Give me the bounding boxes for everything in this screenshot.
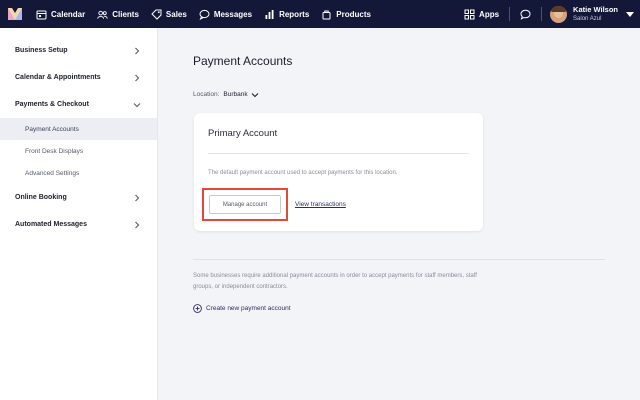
location-selector: Location: Burbank (193, 91, 259, 98)
nav-calendar[interactable]: Calendar (30, 0, 91, 28)
create-payment-account-label: Create new payment account (206, 305, 291, 312)
sidebar-item-business-setup[interactable]: Business Setup (0, 37, 157, 64)
location-label: Location: (193, 91, 220, 98)
user-menu[interactable]: Katie Wilson Salon Azul (546, 0, 640, 28)
settings-sidebar: Business Setup Calendar & Appointments P… (0, 28, 158, 400)
manage-account-button[interactable]: Manage account (209, 195, 281, 214)
nav-apps-label: Apps (479, 9, 500, 19)
sidebar-item-label: Business Setup (15, 47, 68, 54)
additional-accounts-info: Some businesses require additional payme… (193, 273, 477, 290)
sidebar-item-label: Calendar & Appointments (15, 74, 101, 81)
sidebar-item-online-booking[interactable]: Online Booking (0, 184, 157, 211)
location-dropdown[interactable]: Burbank (223, 91, 258, 98)
nav-sales-label: Sales (165, 9, 187, 19)
card-title: Primary Account (208, 128, 278, 139)
sidebar-subitem-advanced-settings[interactable]: Advanced Settings (0, 162, 157, 184)
avatar (550, 5, 568, 23)
sidebar-subitem-front-desk-displays[interactable]: Front Desk Displays (0, 140, 157, 162)
nav-products[interactable]: Products (315, 0, 377, 28)
calendar-icon (36, 9, 47, 20)
sidebar-subitem-label: Front Desk Displays (25, 147, 84, 155)
sidebar-item-label: Online Booking (15, 194, 67, 201)
sidebar-item-calendar-appointments[interactable]: Calendar & Appointments (0, 64, 157, 91)
business-name: Salon Azul (573, 15, 602, 22)
nav-products-label: Products (336, 9, 371, 19)
card-description: The default payment account used to acce… (208, 170, 398, 176)
top-nav: Calendar Clients Sales Messages Reports … (0, 0, 640, 28)
caret-down-icon (626, 11, 634, 17)
main-content: Payment Accounts Location: Burbank Prima… (159, 28, 640, 400)
nav-messages-label: Messages (213, 9, 253, 19)
messages-icon (199, 9, 210, 20)
sidebar-subitem-label: Advanced Settings (25, 169, 80, 177)
chevron-right-icon (132, 193, 142, 203)
primary-account-card: Primary Account The default payment acco… (194, 113, 483, 231)
app-logo[interactable] (0, 0, 30, 28)
sales-tag-icon (151, 9, 162, 20)
plus-circle-icon (193, 304, 202, 313)
chevron-right-icon (132, 73, 142, 83)
sidebar-item-payments-checkout[interactable]: Payments & Checkout (0, 91, 157, 118)
page-title: Payment Accounts (193, 54, 293, 68)
logo-icon (8, 8, 22, 20)
nav-divider (541, 7, 543, 21)
sidebar-subitem-payment-accounts[interactable]: Payment Accounts (0, 118, 157, 140)
view-transactions-link[interactable]: View transactions (295, 201, 346, 208)
create-payment-account-link[interactable]: Create new payment account (193, 304, 291, 313)
user-name: Katie Wilson (573, 5, 618, 15)
sidebar-subitem-label: Payment Accounts (25, 125, 79, 133)
nav-apps[interactable]: Apps (458, 0, 505, 28)
nav-clients-label: Clients (112, 9, 139, 19)
sidebar-item-label: Automated Messages (15, 221, 87, 228)
clients-icon (97, 9, 108, 20)
card-divider (208, 153, 469, 154)
nav-sales[interactable]: Sales (145, 0, 193, 28)
sidebar-item-label: Payments & Checkout (15, 101, 89, 108)
nav-clients[interactable]: Clients (91, 0, 145, 28)
apps-grid-icon (464, 9, 475, 20)
nav-divider (509, 7, 511, 21)
nav-calendar-label: Calendar (51, 9, 86, 19)
nav-messages[interactable]: Messages (193, 0, 258, 28)
products-bag-icon (321, 9, 332, 20)
nav-reports-label: Reports (279, 9, 310, 19)
location-value: Burbank (223, 91, 248, 98)
chevron-right-icon (132, 46, 142, 56)
chat-bubble-icon (520, 9, 531, 20)
chevron-down-icon (132, 100, 142, 110)
sidebar-item-automated-messages[interactable]: Automated Messages (0, 211, 157, 238)
reports-chart-icon (264, 9, 275, 20)
nav-reports[interactable]: Reports (258, 0, 315, 28)
section-divider (193, 259, 605, 260)
chevron-right-icon (132, 220, 142, 230)
chat-button[interactable] (514, 0, 537, 28)
chevron-down-icon (251, 92, 258, 97)
